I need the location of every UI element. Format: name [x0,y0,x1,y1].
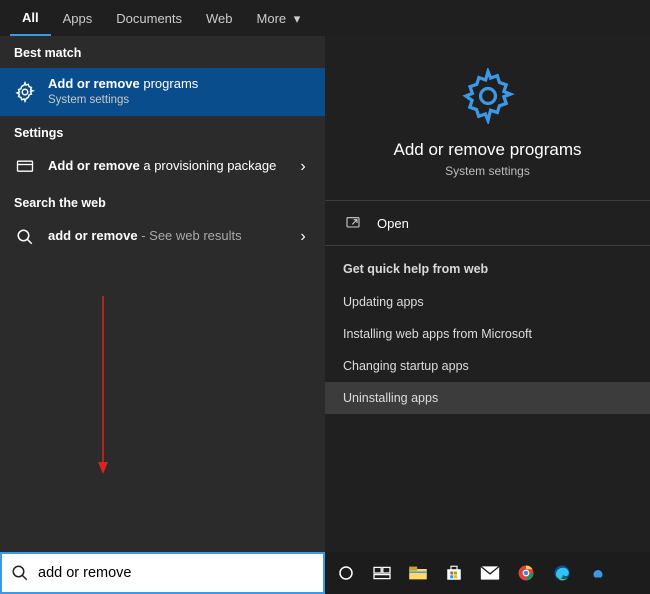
tab-web[interactable]: Web [194,1,245,35]
task-view-icon[interactable] [371,562,393,584]
result-title-rest: a provisioning package [140,158,277,173]
help-item-changing-startup-apps[interactable]: Changing startup apps [325,350,650,382]
search-tabs: All Apps Documents Web More ▾ [0,0,650,36]
details-subtitle: System settings [445,164,530,178]
help-item-installing-web-apps[interactable]: Installing web apps from Microsoft [325,318,650,350]
gear-icon [14,81,36,103]
settings-header: Settings [0,116,325,148]
tab-more[interactable]: More ▾ [245,1,313,36]
result-best-match[interactable]: Add or remove programs System settings [0,68,325,116]
tab-more-label: More [257,11,287,26]
tab-all[interactable]: All [10,0,51,36]
chevron-right-icon: › [295,228,311,246]
result-title-bold: add or remove [48,228,138,243]
tab-apps[interactable]: Apps [51,1,105,35]
result-web[interactable]: add or remove - See web results › [0,218,325,256]
search-input[interactable] [38,554,323,592]
mail-icon[interactable] [479,562,501,584]
provisioning-icon [14,156,36,178]
windows-search-panel: All Apps Documents Web More ▾ Best match… [0,0,650,594]
help-item-uninstalling-apps[interactable]: Uninstalling apps [325,382,650,414]
edge-icon[interactable] [551,562,573,584]
result-subtitle: System settings [48,93,311,108]
annotation-arrow-icon [95,296,115,476]
open-app-icon [345,215,363,231]
result-text: Add or remove a provisioning package [48,158,283,175]
search-icon [14,226,36,248]
chevron-right-icon: › [295,158,311,176]
best-match-header: Best match [0,36,325,68]
taskbar [325,552,650,594]
search-icon [2,564,38,582]
tab-documents[interactable]: Documents [104,1,194,35]
quick-help-header: Get quick help from web [325,246,650,286]
result-title-rest: programs [140,76,199,91]
results-panel: Best match Add or remove programs System… [0,36,325,552]
result-text: Add or remove programs System settings [48,76,311,108]
microsoft-store-icon[interactable] [443,562,465,584]
file-explorer-icon[interactable] [407,562,429,584]
result-title-rest: - See web results [138,228,242,243]
bottom-bar [0,552,650,594]
result-text: add or remove - See web results [48,228,283,245]
details-panel: Add or remove programs System settings O… [325,36,650,552]
result-title-bold: Add or remove [48,76,140,91]
gear-icon [460,68,516,124]
details-hero: Add or remove programs System settings [325,36,650,200]
chrome-icon[interactable] [515,562,537,584]
open-label: Open [377,216,409,231]
open-action[interactable]: Open [325,201,650,245]
chevron-down-icon: ▾ [294,11,301,26]
app-icon[interactable] [587,562,609,584]
result-title-bold: Add or remove [48,158,140,173]
search-web-header: Search the web [0,186,325,218]
results-empty-space [0,256,325,552]
details-title: Add or remove programs [393,140,581,160]
result-settings[interactable]: Add or remove a provisioning package › [0,148,325,186]
search-box[interactable] [0,552,325,594]
cortana-icon[interactable] [335,562,357,584]
search-body: Best match Add or remove programs System… [0,36,650,552]
help-item-updating-apps[interactable]: Updating apps [325,286,650,318]
